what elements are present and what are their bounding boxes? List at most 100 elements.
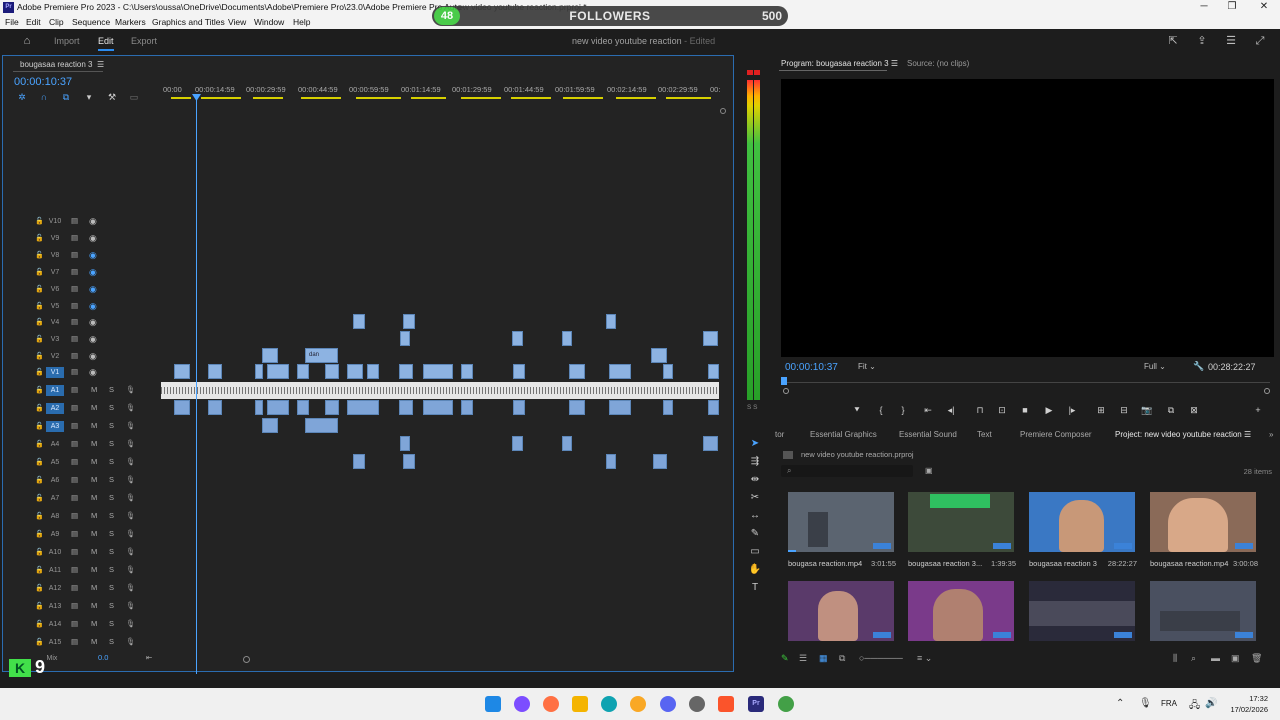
eye-hidden-icon[interactable]: ◉ — [89, 301, 97, 312]
mute-button[interactable]: M — [91, 403, 97, 412]
microphone-icon[interactable]: 🎙 — [126, 565, 136, 574]
audio-clip[interactable] — [255, 400, 263, 415]
playhead-line[interactable] — [196, 96, 197, 674]
tab-premiere-composer[interactable]: Premiere Composer — [1020, 430, 1092, 439]
file-explorer-icon[interactable] — [572, 696, 588, 712]
sync-lock-icon[interactable]: ▤ — [71, 267, 78, 276]
solo-button[interactable]: S — [109, 583, 114, 592]
audio-clip[interactable] — [606, 454, 616, 469]
mute-button[interactable]: M — [91, 637, 97, 646]
track-name[interactable]: V4 — [46, 317, 64, 328]
mute-button[interactable]: M — [91, 547, 97, 556]
video-clip[interactable] — [347, 364, 363, 379]
sync-lock-icon[interactable]: ▤ — [71, 421, 78, 430]
sync-lock-icon[interactable]: ▤ — [71, 385, 78, 394]
mute-button[interactable]: M — [91, 457, 97, 466]
tab-source[interactable]: Source: (no clips) — [907, 59, 969, 68]
system-clock[interactable]: 17:32 17/02/2026 — [1230, 693, 1268, 715]
mix-value[interactable]: 0.0 — [98, 653, 108, 662]
thumbnail-clip[interactable] — [1029, 492, 1135, 552]
sync-lock-icon[interactable]: ▤ — [71, 511, 78, 520]
program-playhead[interactable] — [781, 377, 787, 385]
lock-icon[interactable]: 🔓 — [35, 566, 44, 574]
solo-button[interactable]: S — [109, 421, 114, 430]
microphone-icon[interactable]: 🎙 — [126, 493, 136, 502]
lock-icon[interactable]: 🔓 — [35, 404, 44, 412]
track-header-v2[interactable]: 🔓 V2 ▤ ◉ — [3, 348, 160, 365]
track-header-a15[interactable]: 🔓 A15 ▤ M S 🎙 — [3, 634, 160, 651]
find-icon[interactable]: ⌕ — [1191, 653, 1196, 664]
rectangle-tool-icon[interactable]: ▭ — [747, 544, 763, 560]
mark-out-icon[interactable]: } — [895, 403, 911, 417]
video-clip[interactable] — [651, 348, 667, 363]
track-name[interactable]: A9 — [46, 529, 64, 540]
video-clip[interactable] — [400, 331, 410, 346]
workspaces-icon[interactable]: ⇱ — [1166, 34, 1180, 48]
track-header-a13[interactable]: 🔓 A13 ▤ M S 🎙 — [3, 598, 160, 615]
microphone-icon[interactable]: 🎙 — [126, 385, 136, 394]
slip-tool-icon[interactable]: ↔ — [747, 508, 763, 524]
sync-lock-icon[interactable]: ▤ — [71, 457, 78, 466]
wrench-icon[interactable]: ⚒ — [106, 91, 118, 103]
track-header-a10[interactable]: 🔓 A10 ▤ M S 🎙 — [3, 544, 160, 561]
captions-icon[interactable]: ▭ — [128, 91, 140, 103]
lock-icon[interactable]: 🔓 — [35, 302, 44, 310]
video-clip[interactable] — [297, 364, 309, 379]
track-header-a12[interactable]: 🔓 A12 ▤ M S 🎙 — [3, 580, 160, 597]
sync-lock-icon[interactable]: ▤ — [71, 493, 78, 502]
linked-selection-icon[interactable]: ⧉ — [60, 91, 72, 103]
menu-graphics-and-titles[interactable]: Graphics and Titles — [152, 15, 225, 29]
sync-lock-icon[interactable]: ▤ — [71, 301, 78, 310]
audio-clip[interactable] — [562, 436, 572, 451]
new-item-icon[interactable]: ▣ — [1231, 653, 1240, 664]
track-name[interactable]: A15 — [46, 637, 64, 648]
video-clip[interactable] — [663, 364, 673, 379]
track-header-v1[interactable]: 🔓 V1 ▤ ◉ — [3, 364, 160, 381]
add-marker-icon[interactable]: ▾ — [83, 91, 95, 103]
sync-lock-icon[interactable]: ▤ — [71, 637, 78, 646]
share-icon[interactable]: ⇪ — [1195, 34, 1209, 48]
browser-icon[interactable] — [630, 696, 646, 712]
sync-lock-icon[interactable]: ▤ — [71, 403, 78, 412]
video-clip[interactable] — [255, 364, 263, 379]
track-name[interactable]: V8 — [46, 250, 64, 261]
solo-button[interactable]: S — [109, 439, 114, 448]
audio-clip[interactable] — [262, 418, 278, 433]
track-name[interactable]: A13 — [46, 601, 64, 612]
nav-export[interactable]: Export — [131, 36, 157, 46]
track-header-v4[interactable]: 🔓 V4 ▤ ◉ — [3, 314, 160, 331]
camera-icon[interactable]: 📷 — [1139, 403, 1155, 417]
stop-icon[interactable]: ■ — [1017, 403, 1033, 417]
volume-icon[interactable]: 🔊 — [1205, 698, 1217, 709]
audio-clip[interactable] — [353, 454, 365, 469]
program-timecode[interactable]: 00:00:10:37 — [785, 362, 838, 373]
mute-button[interactable]: M — [91, 619, 97, 628]
track-name[interactable]: A5 — [46, 457, 64, 468]
track-header-a4[interactable]: 🔓 A4 ▤ M S 🎙 — [3, 436, 160, 453]
video-clip[interactable] — [461, 364, 473, 379]
video-clip[interactable]: dan — [305, 348, 338, 363]
lock-icon[interactable]: 🔓 — [35, 494, 44, 502]
mute-button[interactable]: M — [91, 511, 97, 520]
sync-lock-icon[interactable]: ▤ — [71, 233, 78, 242]
track-header-a5[interactable]: 🔓 A5 ▤ M S 🎙 — [3, 454, 160, 471]
automate-icon[interactable]: ⫼ — [1173, 653, 1177, 664]
time-ruler[interactable]: 00:00 00:00:14:59 00:00:29:59 00:00:44:5… — [161, 80, 720, 106]
scrub-zoom-left[interactable] — [783, 388, 789, 394]
eye-icon[interactable]: ◉ — [89, 334, 97, 345]
lock-icon[interactable]: 🔓 — [35, 318, 44, 326]
track-name[interactable]: V5 — [46, 301, 64, 312]
video-clip[interactable] — [174, 364, 190, 379]
tabs-overflow-icon[interactable]: » — [1269, 430, 1273, 439]
track-header-a7[interactable]: 🔓 A7 ▤ M S 🎙 — [3, 490, 160, 507]
fullscreen-icon[interactable]: ⤢ — [1253, 34, 1267, 48]
lock-icon[interactable]: 🔓 — [35, 548, 44, 556]
audio-clip[interactable] — [297, 400, 309, 415]
thumbnail-clip[interactable] — [1150, 492, 1256, 552]
video-clip[interactable] — [367, 364, 379, 379]
video-clip[interactable] — [353, 314, 365, 329]
horizontal-zoom-handle[interactable] — [243, 656, 250, 663]
video-clip[interactable] — [208, 364, 222, 379]
video-clip[interactable] — [703, 331, 718, 346]
lock-icon[interactable]: 🔓 — [35, 234, 44, 242]
